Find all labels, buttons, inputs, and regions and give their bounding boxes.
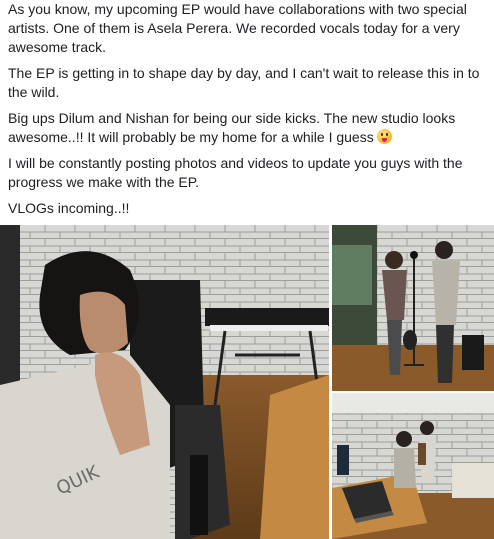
post-paragraph-1: As you know, my upcoming EP would have c… (8, 1, 467, 55)
post-paragraph-4: I will be constantly posting photos and … (8, 155, 463, 190)
post-text: As you know, my upcoming EP would have c… (8, 0, 490, 225)
post-paragraph-2: The EP is getting in to shape day by day… (8, 65, 480, 100)
studio-control-room-photo[interactable] (332, 393, 494, 539)
tongue-out-emoji-icon (376, 129, 392, 144)
studio-musician-at-desk-photo[interactable]: QUIK (0, 225, 329, 539)
post-paragraph-3: Big ups Dilum and Nishan for being our s… (8, 109, 490, 147)
vocal-recording-booth-photo[interactable] (332, 225, 494, 391)
post-paragraph-5: VLOGs incoming..!! (8, 200, 130, 216)
